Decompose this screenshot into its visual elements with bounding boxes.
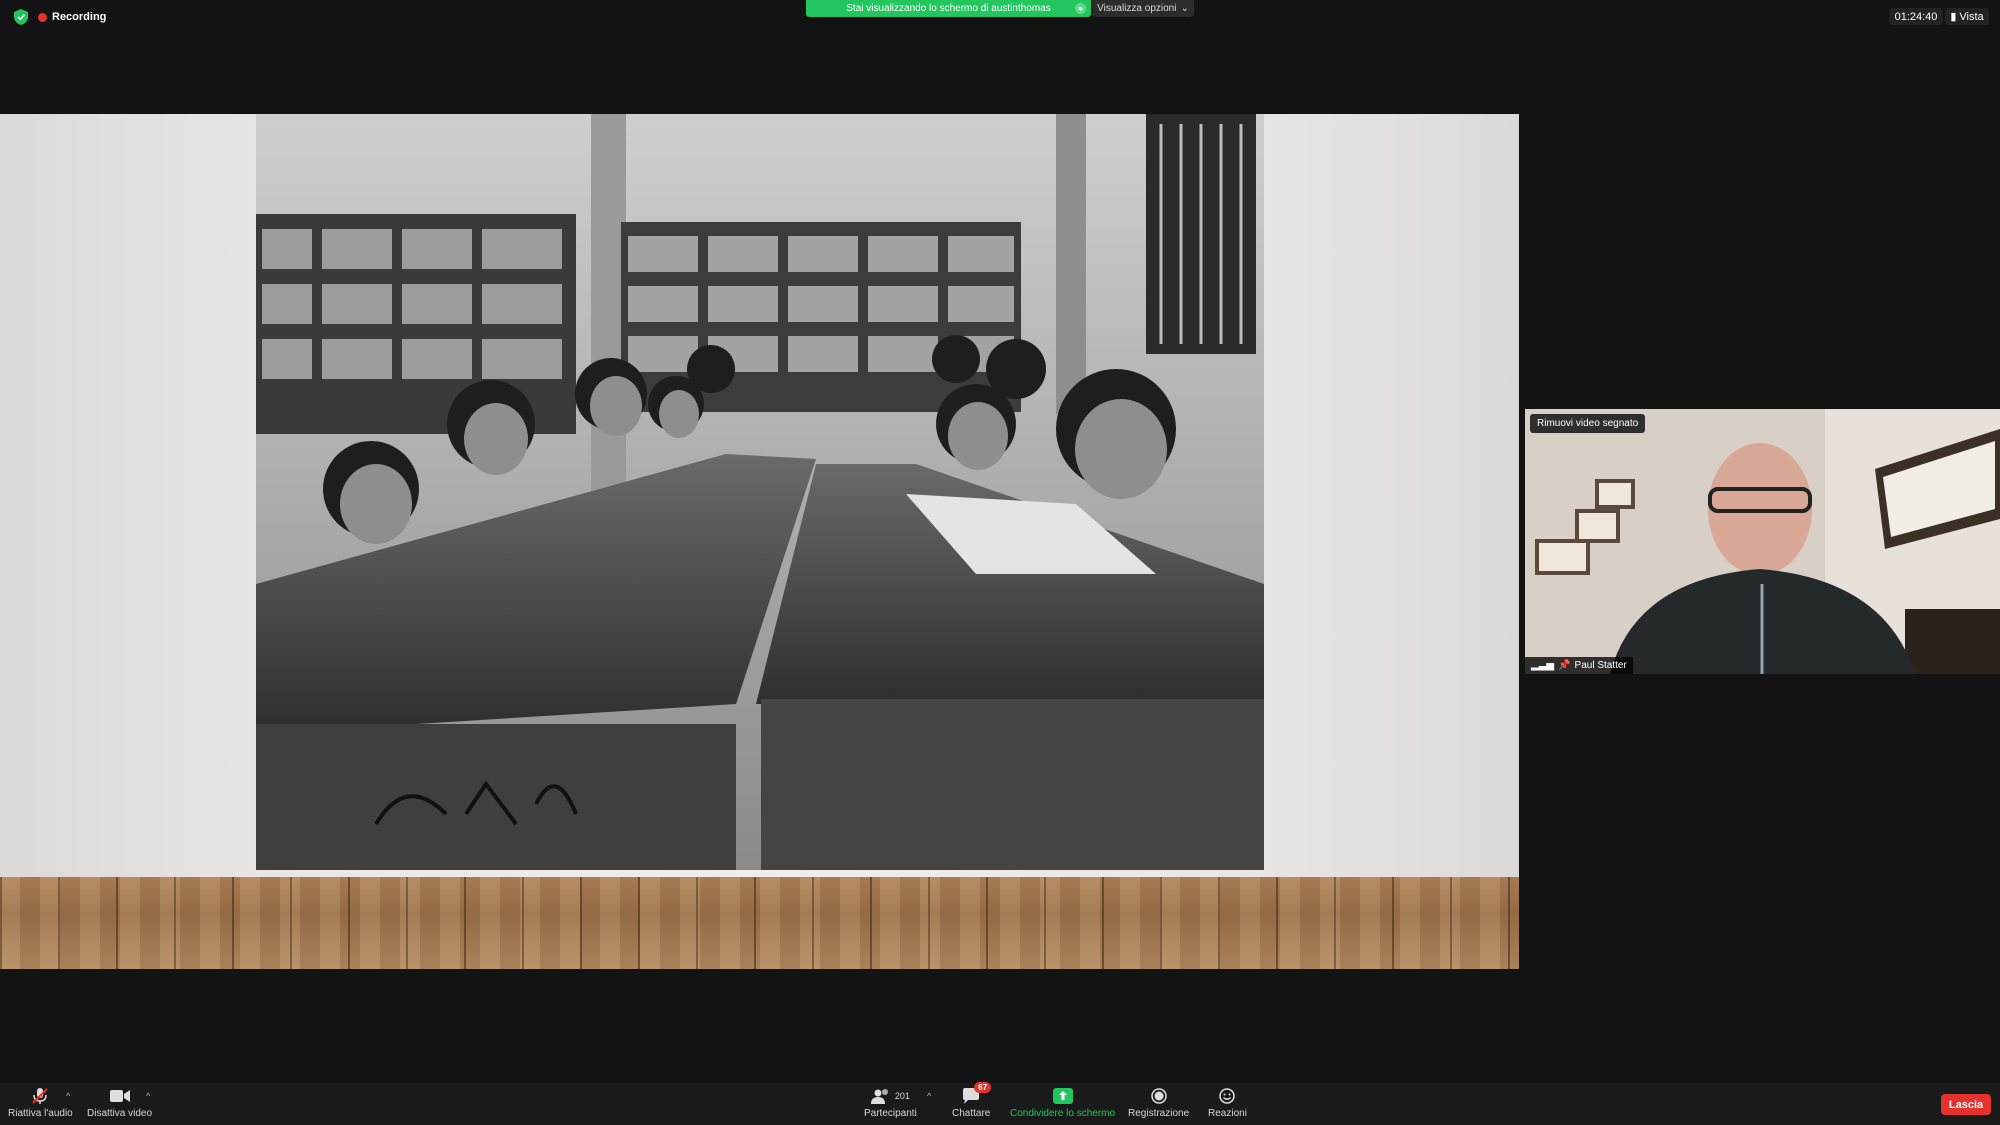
participants-options-chevron-icon[interactable]: ^ <box>927 1091 931 1101</box>
camera-icon <box>109 1087 130 1105</box>
classroom-photo-image <box>256 114 1264 870</box>
screen-share-banner: Stai visualizzando lo schermo di austint… <box>806 0 1091 17</box>
unpin-video-label[interactable]: Rimuovi video segnato <box>1530 414 1646 433</box>
stop-video-button[interactable]: Disattiva video <box>87 1087 152 1119</box>
view-options-button[interactable]: Visualizza opzioni ⌄ <box>1092 0 1194 17</box>
audio-options-chevron-icon[interactable]: ^ <box>66 1091 70 1101</box>
view-options-label: Visualizza opzioni <box>1097 3 1177 14</box>
signal-icon: ▂▃▅ <box>1531 660 1555 671</box>
reactions-icon <box>1219 1087 1236 1105</box>
stop-viewing-icon[interactable]: ● <box>1075 3 1086 14</box>
pin-icon: 📌 <box>1558 660 1571 671</box>
record-label: Registrazione <box>1128 1108 1190 1119</box>
participant-video-tile[interactable]: Rimuovi video segnato ▂▃▅ 📌 Paul Statter <box>1525 409 2000 674</box>
share-screen-button[interactable]: Condividere lo schermo <box>1010 1087 1115 1119</box>
leave-label: Lascia <box>1948 1098 1984 1111</box>
chat-button[interactable]: 67 Chattare <box>952 1082 992 1119</box>
wooden-floor-backdrop <box>0 877 1519 969</box>
microphone-muted-icon <box>31 1087 49 1105</box>
chat-icon: 67 <box>962 1082 992 1105</box>
pin-label-text: Rimuovi video segnato <box>1537 418 1639 429</box>
meeting-time: 01:24:40 <box>1894 10 1938 23</box>
participants-icon: 201 <box>870 1087 910 1105</box>
screen-share-banner-text: Stai visualizzando lo schermo di austint… <box>846 3 1051 14</box>
shared-screen <box>0 114 1519 969</box>
reactions-label: Reazioni <box>1208 1108 1247 1119</box>
recording-indicator[interactable]: Recording <box>38 11 106 23</box>
recording-dot-icon <box>38 12 47 22</box>
participants-button[interactable]: 201 Partecipanti <box>864 1087 917 1119</box>
chevron-down-icon: ⌄ <box>1180 3 1189 14</box>
participant-name: Paul Statter <box>1574 660 1627 671</box>
recording-label: Recording <box>52 11 107 23</box>
share-screen-label: Condividere lo schermo <box>1010 1108 1116 1119</box>
chat-unread-badge: 67 <box>974 1082 992 1093</box>
unmute-audio-label: Riattiva l'audio <box>8 1108 73 1119</box>
participants-count: 201 <box>894 1091 910 1101</box>
meeting-toolbar: Riattiva l'audio ^ Disattiva video ^ 201… <box>0 1082 2000 1125</box>
classroom-photograph <box>256 114 1264 870</box>
view-button[interactable]: ▮ Vista <box>1945 8 1989 25</box>
leave-meeting-button[interactable]: Lascia <box>1941 1094 1991 1115</box>
participants-label: Partecipanti <box>864 1108 917 1119</box>
top-status-area: Recording <box>14 9 106 25</box>
grid-view-icon: ▮ <box>1950 11 1957 23</box>
record-button[interactable]: Registrazione <box>1128 1087 1189 1119</box>
share-screen-icon <box>1052 1087 1073 1105</box>
chat-label: Chattare <box>952 1108 991 1119</box>
reactions-button[interactable]: Reazioni <box>1208 1087 1247 1119</box>
participant-name-tag: ▂▃▅ 📌 Paul Statter <box>1525 657 1633 674</box>
unmute-audio-button[interactable]: Riattiva l'audio <box>8 1087 73 1119</box>
view-label: Vista <box>1959 10 1984 23</box>
shield-icon[interactable] <box>14 9 28 25</box>
stop-video-label: Disattiva video <box>87 1108 153 1119</box>
participant-video-image <box>1525 409 2000 674</box>
meeting-timer: 01:24:40 <box>1889 8 1943 25</box>
video-options-chevron-icon[interactable]: ^ <box>146 1091 150 1101</box>
record-icon <box>1150 1087 1167 1105</box>
